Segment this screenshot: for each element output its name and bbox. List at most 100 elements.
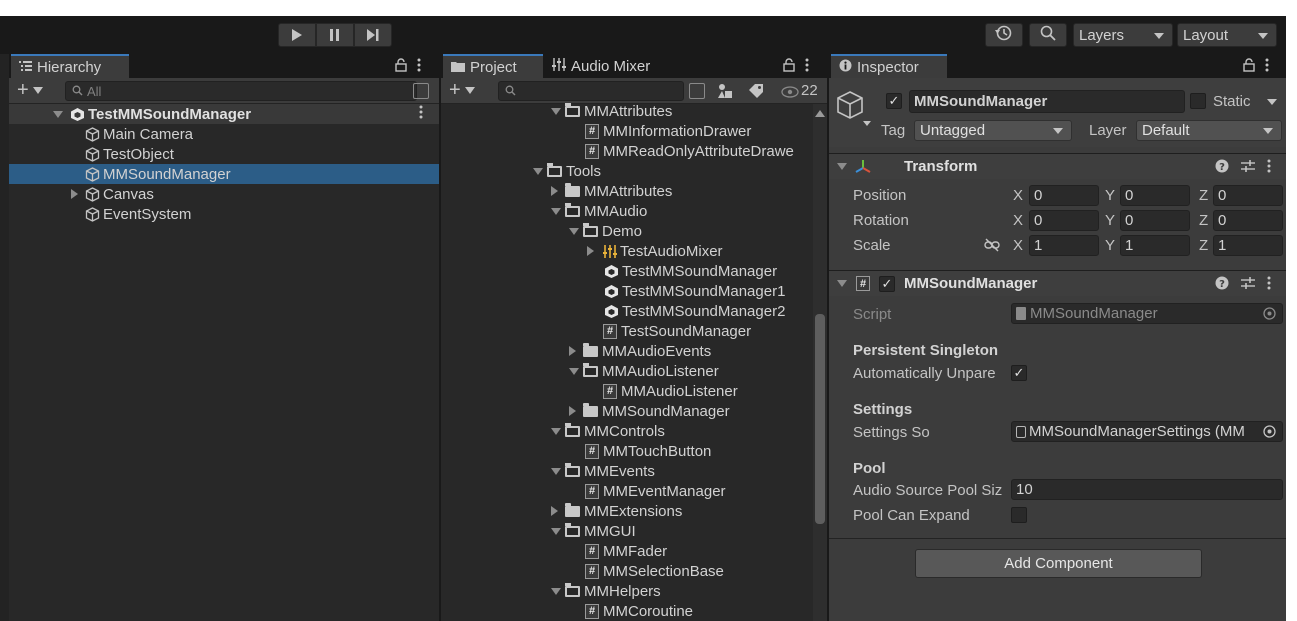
panel-divider[interactable] bbox=[439, 54, 441, 621]
scene-visibility-toggle[interactable] bbox=[413, 83, 429, 99]
history-button[interactable] bbox=[985, 23, 1023, 47]
hierarchy-item[interactable]: Canvas bbox=[9, 184, 439, 204]
filter-by-label-icon[interactable] bbox=[749, 84, 764, 102]
expand-arrow-icon[interactable] bbox=[551, 186, 558, 196]
project-item[interactable]: # MMAudioListener bbox=[441, 381, 813, 401]
expand-arrow-icon[interactable] bbox=[551, 506, 558, 516]
lock-icon[interactable] bbox=[783, 58, 795, 75]
project-item[interactable]: TestAudioMixer bbox=[441, 241, 813, 261]
project-item[interactable]: # TestSoundManager bbox=[441, 321, 813, 341]
position-x-field[interactable]: 0 bbox=[1029, 185, 1099, 206]
scene-row[interactable]: TestMMSoundManager bbox=[9, 104, 439, 124]
expand-arrow-icon[interactable] bbox=[551, 587, 561, 595]
project-item[interactable]: MMEvents bbox=[441, 461, 813, 481]
lock-icon[interactable] bbox=[395, 58, 407, 75]
more-menu-icon[interactable] bbox=[1267, 159, 1271, 176]
project-item[interactable]: # MMTouchButton bbox=[441, 441, 813, 461]
constrain-proportions-icon[interactable] bbox=[984, 238, 1000, 256]
project-item[interactable]: MMAttributes bbox=[441, 181, 813, 201]
position-y-field[interactable]: 0 bbox=[1120, 185, 1190, 206]
project-item[interactable]: MMGUI bbox=[441, 521, 813, 541]
project-item[interactable]: MMSoundManager bbox=[441, 401, 813, 421]
rotation-x-field[interactable]: 0 bbox=[1029, 210, 1099, 231]
project-item[interactable]: TestMMSoundManager bbox=[441, 261, 813, 281]
foldout-arrow-icon[interactable] bbox=[837, 163, 847, 170]
more-menu-icon[interactable] bbox=[805, 58, 809, 75]
more-menu-icon[interactable] bbox=[1265, 58, 1269, 75]
presets-icon[interactable] bbox=[1241, 159, 1255, 176]
mmsoundmanager-component-header[interactable]: # ✓ MMSoundManager ? bbox=[829, 270, 1286, 296]
project-scrollbar[interactable] bbox=[813, 104, 827, 621]
project-item[interactable]: # MMSelectionBase bbox=[441, 561, 813, 581]
hierarchy-search-input[interactable]: All bbox=[65, 81, 417, 101]
hierarchy-item[interactable]: MMSoundManager bbox=[9, 164, 439, 184]
project-item[interactable]: # MMInformationDrawer bbox=[441, 121, 813, 141]
tab-audio-mixer[interactable]: Audio Mixer bbox=[544, 54, 664, 78]
scroll-up-arrow-icon[interactable] bbox=[815, 110, 825, 117]
project-item[interactable]: MMAudioListener bbox=[441, 361, 813, 381]
settings-so-field[interactable]: MMSoundManagerSettings (MM bbox=[1011, 421, 1283, 442]
hierarchy-item[interactable]: Main Camera bbox=[9, 124, 439, 144]
expand-arrow-icon[interactable] bbox=[551, 467, 561, 475]
layout-dropdown[interactable]: Layout bbox=[1177, 23, 1277, 47]
lock-icon[interactable] bbox=[1243, 58, 1255, 75]
pause-button[interactable] bbox=[316, 23, 354, 47]
expand-arrow-icon[interactable] bbox=[551, 427, 561, 435]
position-z-field[interactable]: 0 bbox=[1213, 185, 1283, 206]
tab-hierarchy[interactable]: Hierarchy bbox=[11, 54, 129, 78]
layers-dropdown[interactable]: Layers bbox=[1073, 23, 1173, 47]
expand-arrow-icon[interactable] bbox=[569, 367, 579, 375]
project-item[interactable]: MMAudio bbox=[441, 201, 813, 221]
expand-arrow-icon[interactable] bbox=[551, 527, 561, 535]
project-item[interactable]: # MMCoroutine bbox=[441, 601, 813, 621]
more-menu-icon[interactable] bbox=[1267, 276, 1271, 293]
project-search-input[interactable] bbox=[498, 81, 684, 101]
active-checkbox[interactable]: ✓ bbox=[886, 93, 902, 109]
filter-by-type-icon[interactable] bbox=[717, 83, 733, 103]
project-item[interactable]: MMAudioEvents bbox=[441, 341, 813, 361]
scrollbar-thumb[interactable] bbox=[815, 314, 825, 524]
pool-can-expand-checkbox[interactable] bbox=[1011, 507, 1027, 523]
expand-arrow-icon[interactable] bbox=[551, 107, 561, 115]
tab-project[interactable]: Project bbox=[443, 54, 543, 78]
expand-arrow-icon[interactable] bbox=[71, 189, 78, 199]
expand-arrow-icon[interactable] bbox=[587, 246, 594, 256]
auto-unparent-checkbox[interactable]: ✓ bbox=[1011, 365, 1027, 381]
rotation-z-field[interactable]: 0 bbox=[1213, 210, 1283, 231]
project-item[interactable]: TestMMSoundManager2 bbox=[441, 301, 813, 321]
expand-arrow-icon[interactable] bbox=[533, 167, 543, 175]
more-menu-icon[interactable] bbox=[417, 58, 421, 75]
hierarchy-item[interactable]: TestObject bbox=[9, 144, 439, 164]
presets-icon[interactable] bbox=[1241, 276, 1255, 293]
project-item[interactable]: MMExtensions bbox=[441, 501, 813, 521]
help-icon[interactable]: ? bbox=[1215, 276, 1229, 293]
layer-dropdown[interactable]: Default bbox=[1136, 120, 1282, 141]
more-menu-icon[interactable] bbox=[419, 105, 423, 123]
expand-arrow-icon[interactable] bbox=[53, 110, 63, 118]
scale-z-field[interactable]: 1 bbox=[1213, 235, 1283, 256]
object-picker-icon[interactable] bbox=[1263, 425, 1276, 441]
search-scope-icon[interactable] bbox=[689, 83, 705, 99]
panel-divider[interactable] bbox=[827, 54, 829, 621]
eye-icon[interactable] bbox=[781, 85, 799, 102]
scale-x-field[interactable]: 1 bbox=[1029, 235, 1099, 256]
project-item[interactable]: # MMFader bbox=[441, 541, 813, 561]
expand-arrow-icon[interactable] bbox=[569, 406, 576, 416]
project-item[interactable]: MMHelpers bbox=[441, 581, 813, 601]
rotation-y-field[interactable]: 0 bbox=[1120, 210, 1190, 231]
play-button[interactable] bbox=[278, 23, 316, 47]
tab-inspector[interactable]: Inspector bbox=[831, 54, 947, 78]
gameobject-cube-icon[interactable] bbox=[837, 90, 871, 130]
pool-size-field[interactable]: 10 bbox=[1011, 479, 1283, 500]
project-item[interactable]: # MMReadOnlyAttributeDrawe bbox=[441, 141, 813, 161]
expand-arrow-icon[interactable] bbox=[569, 227, 579, 235]
project-item[interactable]: Tools bbox=[441, 161, 813, 181]
chevron-down-icon[interactable] bbox=[1267, 99, 1277, 105]
search-button[interactable] bbox=[1029, 23, 1067, 47]
expand-arrow-icon[interactable] bbox=[551, 207, 561, 215]
component-enabled-checkbox[interactable]: ✓ bbox=[879, 276, 895, 292]
static-checkbox[interactable] bbox=[1190, 93, 1206, 109]
foldout-arrow-icon[interactable] bbox=[837, 280, 847, 287]
project-item[interactable]: Demo bbox=[441, 221, 813, 241]
project-item[interactable]: MMControls bbox=[441, 421, 813, 441]
